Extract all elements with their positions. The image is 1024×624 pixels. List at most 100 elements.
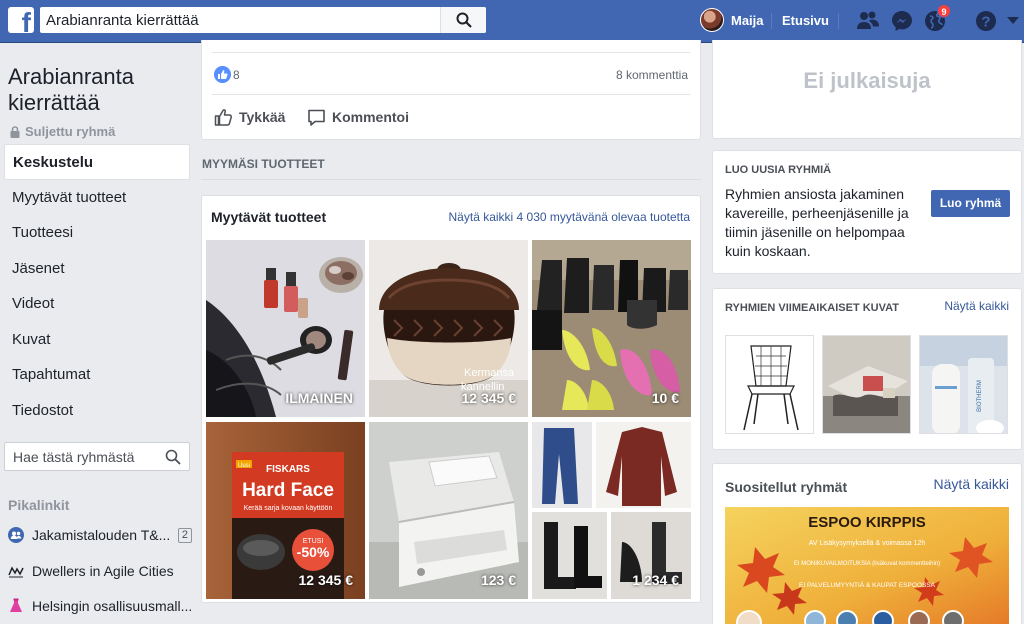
- comment-bubble-icon: [308, 109, 325, 126]
- book-title: Hard Face: [242, 480, 334, 501]
- messenger-icon[interactable]: [889, 8, 915, 34]
- create-groups-title: LUO UUSIA RYHMIÄ: [725, 164, 832, 176]
- product-price: 1 234 €: [632, 572, 679, 588]
- divider: [212, 94, 690, 95]
- banner-title: ESPOO KIRPPIS: [808, 514, 926, 531]
- see-all-products-link[interactable]: Näytä kaikki 4 030 myytävänä olevaa tuot…: [449, 210, 690, 224]
- recommended-group-banner[interactable]: ESPOO KIRPPIS AV Lisäkysymyksellä & voim…: [725, 507, 1009, 624]
- group-search-input[interactable]: [13, 448, 163, 466]
- no-posts-card: Ei julkaisuja: [712, 40, 1022, 139]
- avatar: [700, 8, 724, 32]
- global-search: [40, 7, 486, 33]
- nav-item-members[interactable]: Jäsenet: [4, 251, 190, 287]
- product-price: 10 €: [651, 390, 679, 406]
- like-count[interactable]: 8: [233, 68, 240, 82]
- divider: [212, 52, 690, 53]
- recent-photo-biotherm: BIOTHERM: [920, 336, 1007, 433]
- recent-photo-thumb[interactable]: BIOTHERM: [919, 335, 1008, 434]
- shortcut-label: Dwellers in Agile Cities: [32, 563, 174, 579]
- comment-button-label: Kommentoi: [332, 109, 409, 125]
- nav-item-files[interactable]: Tiedostot: [4, 393, 190, 429]
- group-privacy-status: Suljettu ryhmä: [10, 124, 115, 139]
- banner-line: EI MONIKUVAILMOITUKSIA (lisäkuvat kommen…: [794, 561, 940, 567]
- recent-photo-thumb[interactable]: [725, 335, 814, 434]
- profile-link[interactable]: Maija: [700, 7, 764, 33]
- shortcut-item[interactable]: Helsingin osallisuusmall...: [8, 596, 192, 616]
- flask-icon: [10, 598, 22, 612]
- book-discount: -50%: [297, 544, 330, 560]
- nav-item-discussion[interactable]: Keskustelu: [4, 144, 190, 180]
- espoo-kirppis-banner: ESPOO KIRPPIS AV Lisäkysymyksellä & voim…: [725, 507, 1009, 624]
- shortcuts-title: Pikalinkit: [8, 497, 70, 513]
- nav-item-for-sale[interactable]: Myytävät tuotteet: [4, 180, 190, 216]
- recommended-see-all-link[interactable]: Näytä kaikki: [934, 476, 1009, 492]
- product-tile[interactable]: 10 €: [532, 240, 691, 417]
- banner-line: AV Lisäkysymyksellä & voimassa 12h: [809, 540, 926, 547]
- help-icon[interactable]: ?: [973, 8, 999, 34]
- nav-item-videos[interactable]: Videot: [4, 286, 190, 322]
- shortcut-item[interactable]: Jakamistalouden T&... 2: [8, 525, 192, 545]
- product-price: 12 345 €: [298, 572, 354, 588]
- search-icon[interactable]: [165, 449, 181, 465]
- shortcut-label: Helsingin osallisuusmall...: [32, 598, 192, 614]
- comment-button[interactable]: Kommentoi: [307, 106, 409, 128]
- recent-photo-shelf: [823, 336, 910, 433]
- book-brand: FISKARS: [266, 464, 310, 475]
- recommended-groups-card: Suositellut ryhmät Näytä kaikki ESPOO KI…: [712, 463, 1022, 624]
- product-tile[interactable]: ILMAINEN: [206, 240, 365, 417]
- product-tile[interactable]: 123 €: [369, 422, 528, 599]
- product-price: 12 345 €: [461, 390, 517, 406]
- book-new-badge: Uusi: [238, 463, 250, 469]
- search-icon: [456, 12, 472, 28]
- svg-text:?: ?: [981, 14, 990, 31]
- recent-photos-see-all-link[interactable]: Näytä kaikki: [944, 299, 1009, 313]
- book-subtitle: Kerää sarja kovaan käyttöön: [244, 505, 333, 512]
- like-button[interactable]: Tykkää: [214, 106, 285, 128]
- shortcut-label: Jakamistalouden T&...: [32, 527, 171, 543]
- recent-photo-thumb[interactable]: [822, 335, 911, 434]
- pot-caption: Kermansa: [464, 367, 515, 379]
- notifications-badge: 9: [937, 4, 951, 18]
- shortcut-item[interactable]: Dwellers in Agile Cities: [8, 561, 192, 581]
- friend-requests-icon[interactable]: [855, 8, 881, 34]
- recent-group-photos-card: RYHMIEN VIIMEAIKAISET KUVAT Näytä kaikki: [712, 288, 1022, 450]
- group-icon: [8, 527, 24, 543]
- nav-divider: [771, 13, 772, 29]
- thumbs-up-icon: [214, 108, 233, 126]
- nav-item-photos[interactable]: Kuvat: [4, 322, 190, 358]
- product-price: ILMAINEN: [285, 390, 353, 406]
- like-reaction-icon[interactable]: [214, 66, 231, 83]
- group-title[interactable]: Arabianranta kierrättää: [8, 64, 188, 116]
- product-tile[interactable]: Kermansa kannellin 12 345 €: [369, 240, 528, 417]
- search-button[interactable]: [440, 7, 486, 33]
- for-sale-products-card: Myytävät tuotteet Näytä kaikki 4 030 myy…: [201, 195, 701, 603]
- nav-divider: [838, 13, 839, 29]
- recent-photo-chair: [726, 336, 813, 433]
- no-posts-text: Ei julkaisuja: [803, 68, 931, 93]
- global-search-input[interactable]: [46, 11, 436, 29]
- product-tile[interactable]: FISKARS Hard Face Kerää sarja kovaan käy…: [206, 422, 365, 599]
- product-tile[interactable]: 1 234 €: [532, 422, 691, 599]
- create-group-button[interactable]: Luo ryhmä: [931, 190, 1010, 217]
- home-link[interactable]: Etusivu: [782, 13, 829, 28]
- create-groups-card: LUO UUSIA RYHMIÄ Ryhmien ansiosta jakami…: [712, 150, 1022, 274]
- top-bar: f Maija Etusivu 9 ?: [0, 0, 1024, 43]
- banner-line: EI PALVELUMYYNTIÄ & KAUPAT ESPOOSSA: [799, 581, 936, 589]
- agile-cities-logo-icon: [8, 566, 24, 578]
- recent-photos-title: RYHMIEN VIIMEAIKAISET KUVAT: [725, 302, 899, 314]
- group-status-label: Suljettu ryhmä: [25, 124, 116, 139]
- post-card: 8 8 kommenttia Tykkää Kommentoi: [201, 40, 701, 140]
- comment-count[interactable]: 8 kommenttia: [616, 68, 688, 82]
- lock-icon: [10, 125, 20, 138]
- biotherm-label: BIOTHERM: [977, 380, 983, 412]
- group-nav: Keskustelu Myytävät tuotteet Tuotteesi J…: [4, 144, 190, 428]
- nav-item-events[interactable]: Tapahtumat: [4, 357, 190, 393]
- nav-item-your-items[interactable]: Tuotteesi: [4, 215, 190, 251]
- section-divider: [201, 179, 701, 180]
- facebook-logo-icon[interactable]: f: [8, 7, 34, 33]
- shortcut-count-badge: 2: [177, 527, 192, 543]
- account-menu-chevron-down-icon[interactable]: [1004, 11, 1022, 29]
- product-price: 123 €: [480, 572, 516, 588]
- section-label-your-items: MYYMÄSI TUOTTEET: [202, 157, 325, 171]
- group-search: [4, 442, 190, 471]
